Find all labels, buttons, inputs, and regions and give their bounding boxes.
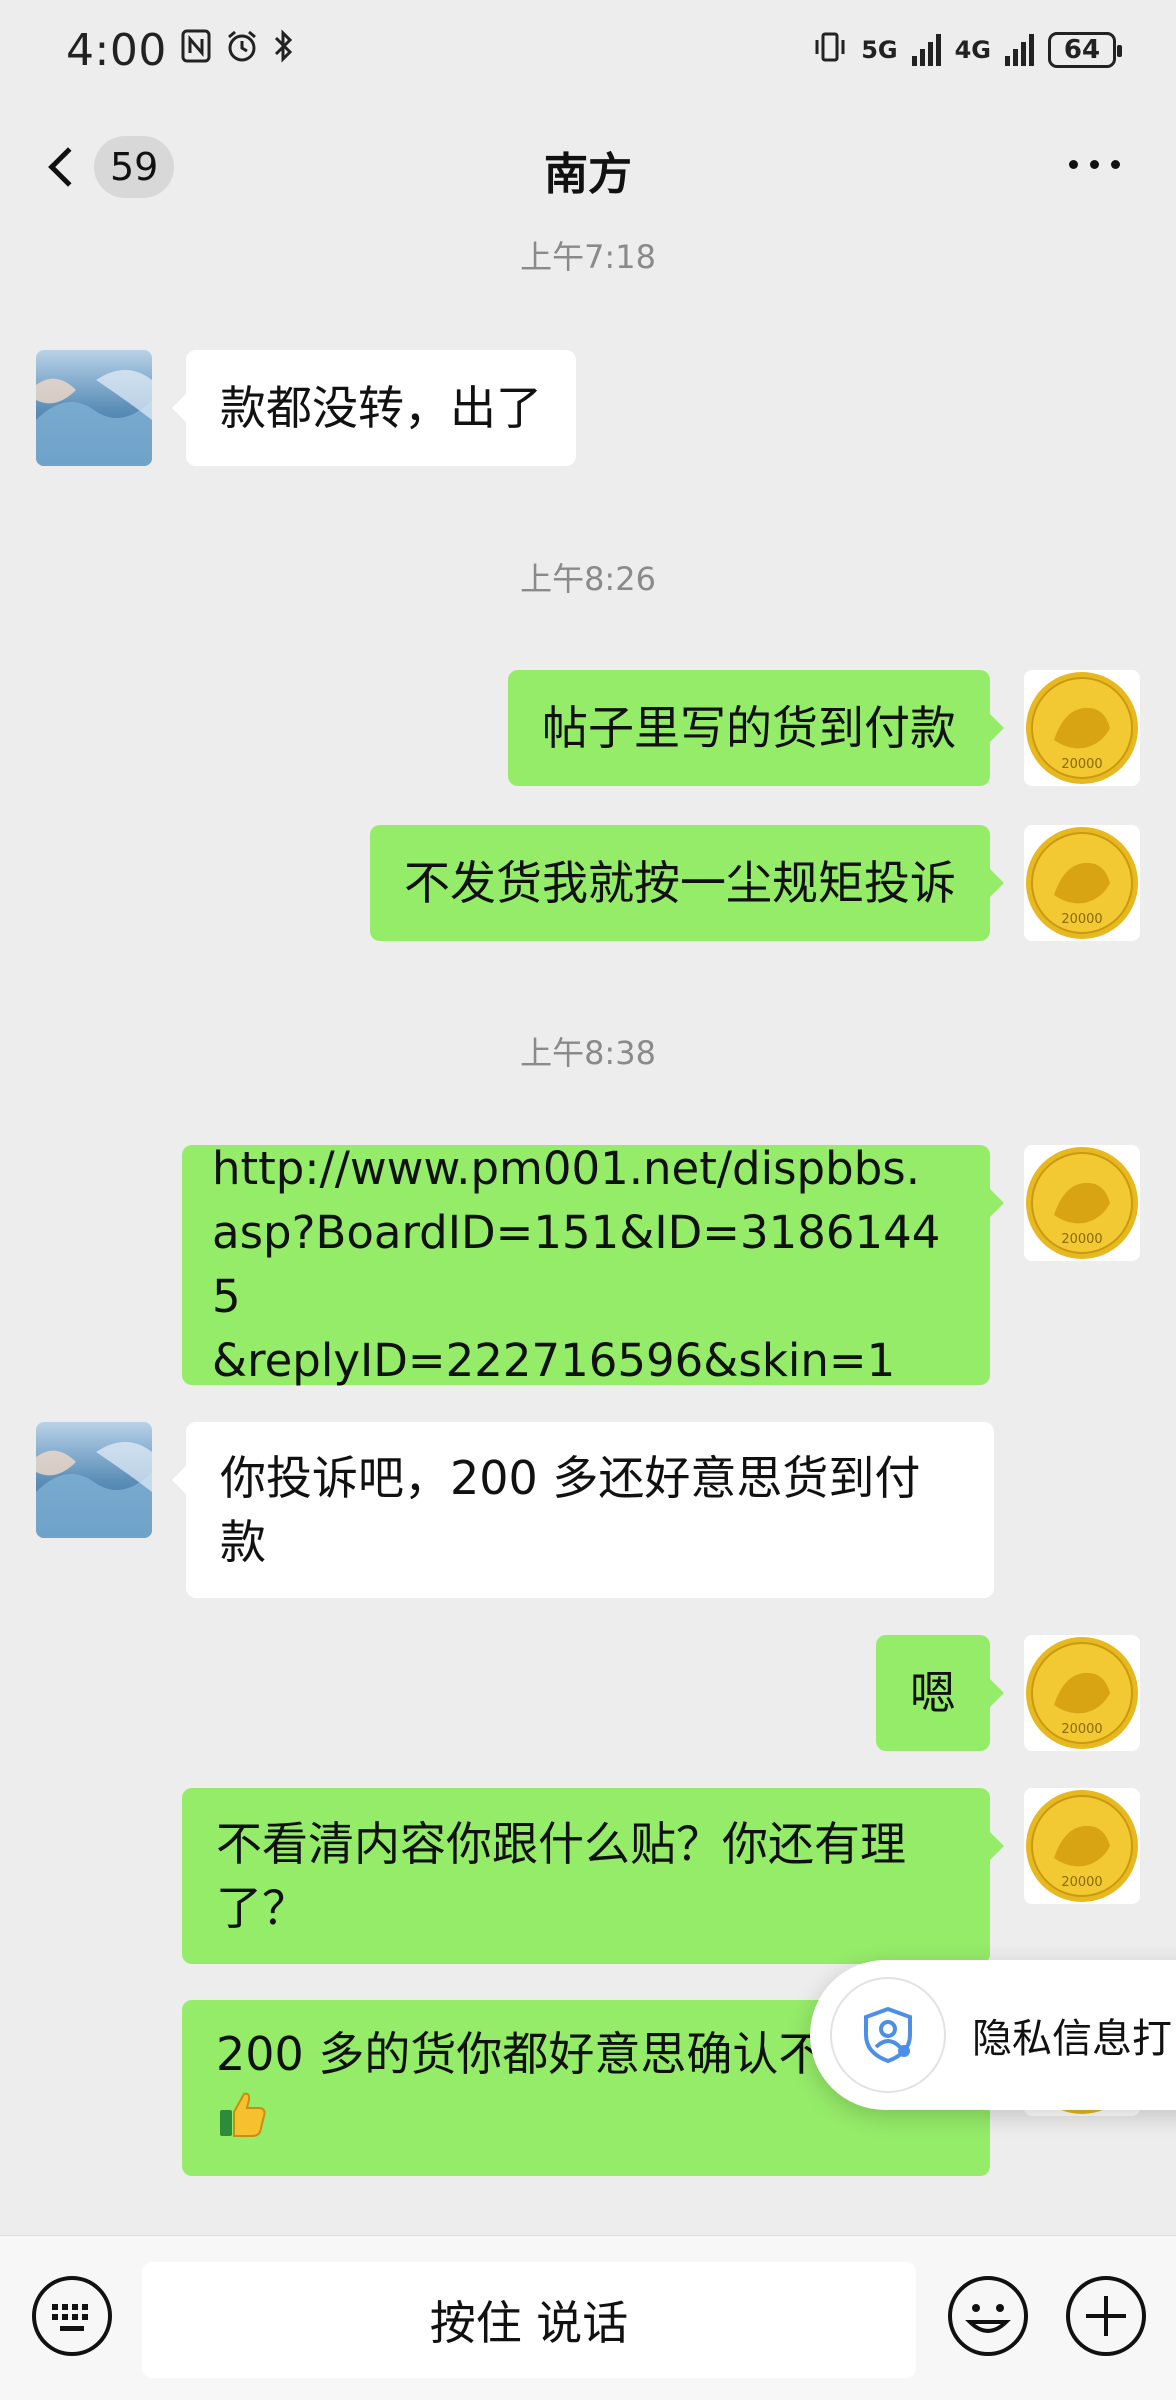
- svg-text:20000: 20000: [1061, 1232, 1102, 1247]
- contact-avatar[interactable]: [36, 350, 152, 466]
- chat-header: 59 南方: [0, 100, 1176, 240]
- nfc-icon: [181, 27, 211, 73]
- plus-icon: [1066, 2276, 1146, 2356]
- input-bar: 按住 说话: [0, 2235, 1176, 2400]
- timestamp: 上午8:38: [520, 1034, 656, 1072]
- chat-screen: 4:00 5G 4G 64 59 南方 上午7:18 款都没转，出了 上午8:2…: [0, 0, 1176, 2400]
- message-link-text[interactable]: http://www.pm001.net/dispbbs. asp?BoardI…: [212, 1137, 960, 1393]
- message-bubble[interactable]: 你投诉吧，200 多还好意思货到付 款: [172, 1422, 994, 1598]
- message-text: 200 多的货你都好意思确认不: [216, 2027, 825, 2081]
- svg-text:20000: 20000: [1061, 757, 1102, 772]
- message-text: 不发货我就按一尘规矩投诉: [404, 856, 956, 910]
- svg-text:20000: 20000: [1061, 1875, 1102, 1890]
- message-text: 款都没转，出了: [220, 381, 542, 435]
- message-bubble[interactable]: 不看清内容你跟什么贴？你还有理 了？: [182, 1788, 1004, 1964]
- signal-5g-icon: [911, 34, 941, 66]
- timestamp: 上午8:26: [520, 560, 656, 598]
- alarm-icon: [225, 27, 259, 73]
- hold-to-talk-button[interactable]: 按住 说话: [142, 2262, 916, 2378]
- battery-indicator: 64: [1048, 32, 1122, 68]
- my-avatar[interactable]: 20000: [1024, 1788, 1140, 1904]
- svg-text:20000: 20000: [1061, 1722, 1102, 1737]
- signal-4g-icon: [1005, 34, 1034, 66]
- more-functions-button[interactable]: [1064, 2274, 1148, 2362]
- emoji-icon: [948, 2276, 1028, 2356]
- message-bubble[interactable]: 款都没转，出了: [172, 350, 576, 466]
- network-4g-label: 4G: [954, 36, 991, 64]
- more-options-button[interactable]: [1069, 160, 1120, 169]
- privacy-popup-text: 隐私信息打: [972, 2016, 1172, 2062]
- message-text: 不看清内容你跟什么贴？你还有理 了？: [216, 1817, 906, 1935]
- status-bar: 4:00 5G 4G 64: [0, 0, 1176, 100]
- vibrate-icon: [813, 30, 847, 70]
- network-5g-label: 5G: [861, 36, 898, 64]
- back-button[interactable]: 59: [40, 136, 175, 198]
- privacy-shield-icon: [830, 1977, 946, 2093]
- privacy-info-popup[interactable]: 隐私信息打: [810, 1960, 1176, 2110]
- thumbs-up-icon: [216, 2088, 268, 2156]
- status-left: 4:00: [66, 25, 295, 76]
- link-message-bubble[interactable]: http://www.pm001.net/dispbbs. asp?BoardI…: [182, 1142, 1004, 1387]
- message-bubble[interactable]: 嗯: [876, 1635, 1004, 1751]
- my-avatar[interactable]: 20000: [1024, 1145, 1140, 1261]
- status-right: 5G 4G 64: [813, 30, 1122, 70]
- my-avatar[interactable]: 20000: [1024, 825, 1140, 941]
- message-bubble[interactable]: 不发货我就按一尘规矩投诉: [370, 825, 1004, 941]
- timestamp: 上午7:18: [520, 240, 656, 276]
- status-time: 4:00: [66, 24, 167, 76]
- contact-avatar[interactable]: [36, 1422, 152, 1538]
- chevron-left-icon: [48, 147, 88, 187]
- keyboard-toggle-button[interactable]: [30, 2274, 114, 2362]
- message-text: 你投诉吧，200 多还好意思货到付 款: [220, 1451, 921, 1569]
- chat-title: 南方: [544, 149, 632, 200]
- more-dots-icon: [1069, 160, 1078, 169]
- message-text: 嗯: [910, 1666, 956, 1720]
- message-bubble[interactable]: 帖子里写的货到付款: [508, 670, 1004, 786]
- keyboard-icon: [32, 2276, 112, 2356]
- svg-text:20000: 20000: [1061, 912, 1102, 927]
- unread-count-badge: 59: [94, 136, 175, 198]
- my-avatar[interactable]: 20000: [1024, 670, 1140, 786]
- message-list[interactable]: 上午7:18 款都没转，出了 上午8:26 帖子里写的货到付款 20000 不发…: [0, 240, 1176, 2235]
- emoji-button[interactable]: [946, 2274, 1030, 2362]
- message-text: 帖子里写的货到付款: [542, 701, 956, 755]
- bluetooth-icon: [273, 27, 295, 73]
- my-avatar[interactable]: 20000: [1024, 1635, 1140, 1751]
